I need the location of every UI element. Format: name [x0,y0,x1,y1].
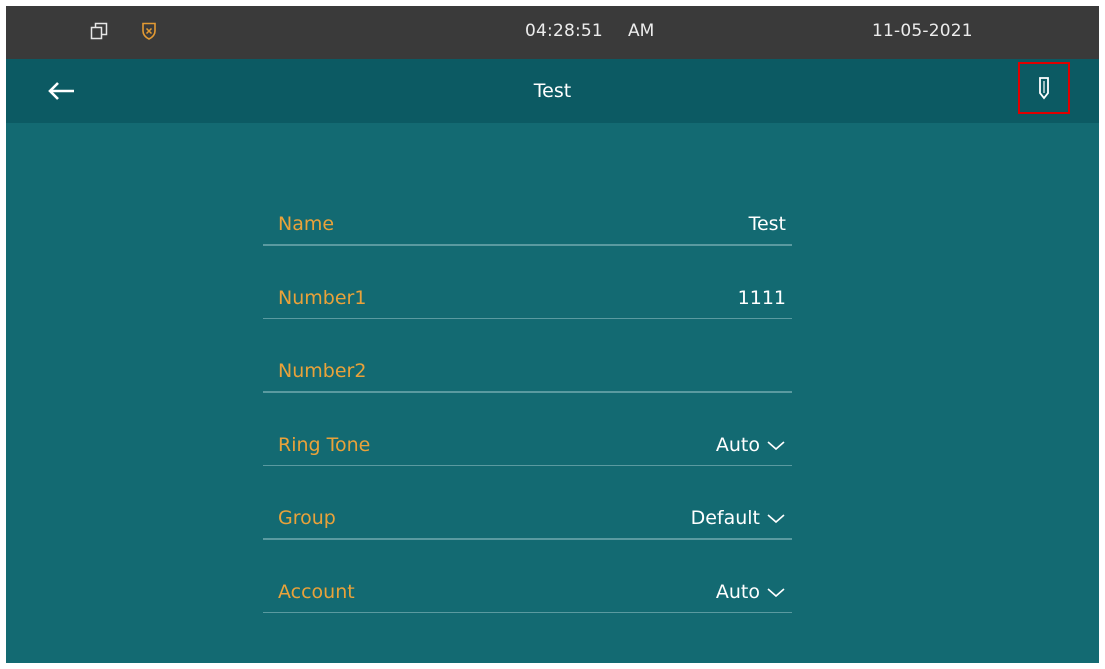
shield-icon [139,21,159,41]
field-label: Account [278,580,355,603]
title-bar: Test [6,59,1099,123]
field-underline [263,391,792,393]
group-dropdown[interactable]: Group Default [263,483,792,557]
status-time: 04:28:51 [525,21,603,41]
chevron-down-icon [766,581,786,603]
field-value: Test [749,213,786,235]
account-dropdown[interactable]: Account Auto [263,557,792,631]
ring-tone-value: Auto [715,433,760,456]
number1-value: 1111 [737,286,786,309]
edit-button[interactable] [1018,62,1070,114]
field-label: Number1 [278,286,367,309]
group-value: Default [690,507,760,529]
window-restore-icon [89,21,109,41]
field-underline [263,611,792,613]
chevron-down-icon [766,507,786,529]
field-label: Ring Tone [278,433,371,456]
page-title: Test [533,80,572,102]
field-underline [263,538,792,540]
field-label: Name [278,213,335,235]
field-value: 1111 [738,287,786,309]
contact-detail-screen: 04:28:51 AM 11-05-2021 Test Name Test Nu… [6,6,1099,663]
field-label: Group [278,507,336,529]
field-label: Number2 [278,360,367,382]
field-underline [263,244,792,246]
field-underline [263,317,792,319]
ring-tone-dropdown[interactable]: Ring Tone Auto [263,410,792,484]
field-value: Auto [716,581,786,603]
contact-form: Name Test Number1 1111 Number2 Ring Tone… [263,189,792,630]
field-value: Default [691,507,786,529]
name-value: Test [748,213,786,235]
status-ampm: AM [628,21,655,41]
status-bar: 04:28:51 AM 11-05-2021 [6,6,1099,59]
field-value: Auto [716,434,786,456]
field-underline [263,464,792,466]
account-value: Auto [715,580,760,603]
chevron-down-icon [766,434,786,456]
number2-field[interactable]: Number2 [263,336,792,410]
name-field[interactable]: Name Test [263,189,792,263]
number1-field[interactable]: Number1 1111 [263,263,792,337]
status-date: 11-05-2021 [872,21,973,41]
